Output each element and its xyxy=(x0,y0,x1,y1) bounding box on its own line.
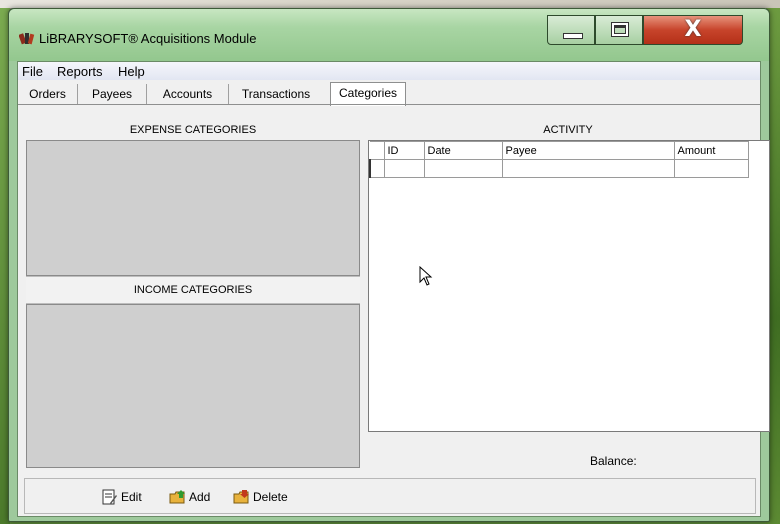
add-folder-icon xyxy=(169,490,185,504)
activity-table: ID Date Payee Amount xyxy=(369,141,749,178)
cell-date[interactable] xyxy=(423,159,503,178)
column-amount[interactable]: Amount xyxy=(673,141,749,160)
expense-categories-list[interactable] xyxy=(26,140,360,276)
activity-grid[interactable]: ID Date Payee Amount xyxy=(368,140,770,432)
tab-transactions[interactable]: Transactions xyxy=(229,84,323,104)
edit-label: Edit xyxy=(121,490,142,504)
column-payee[interactable]: Payee xyxy=(501,141,675,160)
tab-accounts[interactable]: Accounts xyxy=(147,84,229,104)
expense-categories-header: EXPENSE CATEGORIES xyxy=(129,124,257,136)
cell-amount[interactable] xyxy=(673,159,749,178)
income-categories-bar: INCOME CATEGORIES xyxy=(26,276,360,304)
close-button[interactable]: X xyxy=(643,15,743,45)
add-label: Add xyxy=(189,490,211,504)
tab-payees[interactable]: Payees xyxy=(78,84,147,104)
cell-payee[interactable] xyxy=(501,159,675,178)
tab-orders[interactable]: Orders xyxy=(18,84,78,104)
income-categories-list[interactable] xyxy=(26,304,360,468)
delete-button[interactable]: Delete xyxy=(233,489,288,505)
table-row[interactable] xyxy=(369,159,749,178)
action-toolbar: Edit Add Delete xyxy=(24,478,756,514)
edit-document-icon xyxy=(102,489,117,505)
tab-divider xyxy=(18,104,760,105)
cell-id[interactable] xyxy=(383,159,425,178)
minimize-button[interactable] xyxy=(547,15,595,45)
activity-header: ACTIVITY xyxy=(543,124,593,136)
title-bar[interactable]: LiBRARYSOFT® Acquisitions Module X xyxy=(9,9,769,61)
income-categories-header: INCOME CATEGORIES xyxy=(133,284,253,296)
maximize-button[interactable] xyxy=(595,15,643,45)
balance-label: Balance: xyxy=(590,454,637,468)
tab-categories[interactable]: Categories xyxy=(330,82,406,106)
tab-strip: Orders Payees Accounts Transactions Cate… xyxy=(18,82,760,106)
app-window: LiBRARYSOFT® Acquisitions Module X File … xyxy=(8,8,770,522)
table-header-row: ID Date Payee Amount xyxy=(370,141,749,160)
minimize-icon xyxy=(563,33,583,39)
column-id[interactable]: ID xyxy=(383,141,425,160)
books-icon xyxy=(19,33,35,45)
mouse-pointer-icon xyxy=(419,266,433,286)
client-area: File Reports Help Orders Payees Accounts… xyxy=(17,61,770,517)
menu-bar: File Reports Help xyxy=(18,62,760,80)
menu-file[interactable]: File xyxy=(22,64,43,79)
window-title: LiBRARYSOFT® Acquisitions Module xyxy=(39,31,257,46)
edit-button[interactable]: Edit xyxy=(101,489,142,505)
column-date[interactable]: Date xyxy=(423,141,503,160)
delete-folder-icon xyxy=(233,490,249,504)
row-selector-header xyxy=(370,141,385,160)
close-icon: X xyxy=(684,17,702,42)
row-selector[interactable] xyxy=(369,159,385,178)
add-button[interactable]: Add xyxy=(169,489,210,505)
maximize-icon xyxy=(611,22,629,37)
delete-label: Delete xyxy=(253,490,288,504)
menu-reports[interactable]: Reports xyxy=(57,64,103,79)
menu-help[interactable]: Help xyxy=(118,64,145,79)
